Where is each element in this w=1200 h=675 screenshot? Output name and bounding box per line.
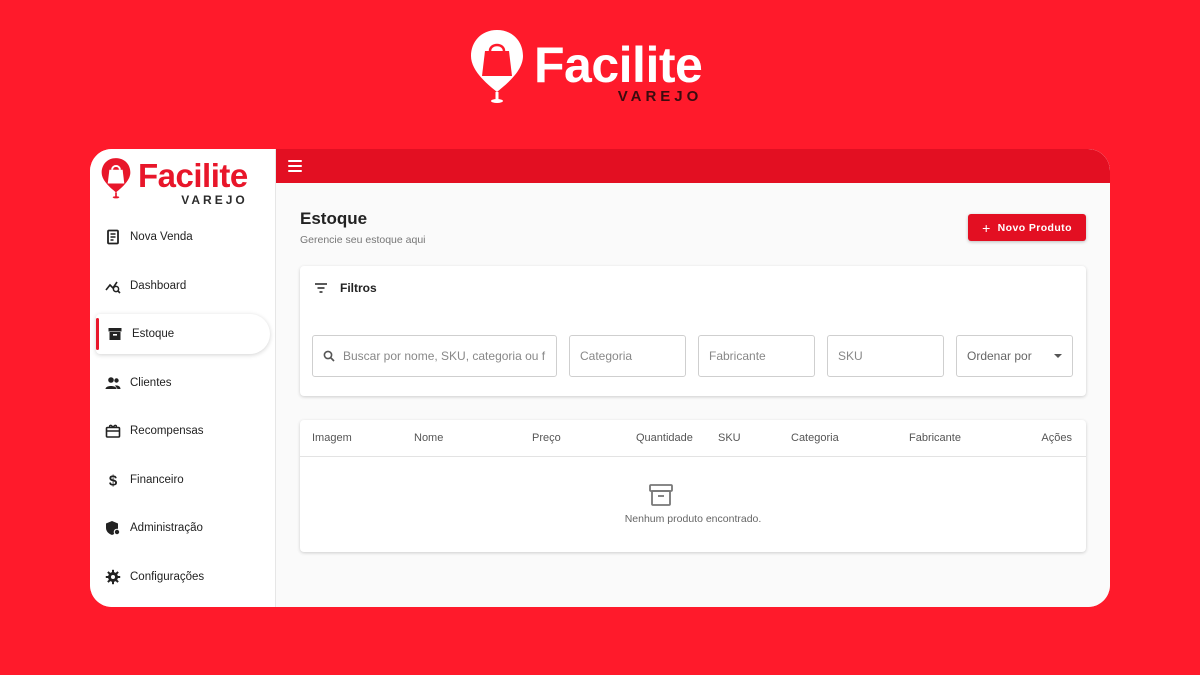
products-table: Imagem Nome Preço Quantidade SKU Categor…	[300, 420, 1086, 552]
svg-text:$: $	[109, 472, 118, 488]
sku-field	[827, 335, 944, 377]
column-header-categoria[interactable]: Categoria	[791, 432, 839, 444]
sidebar-item-label: Clientes	[130, 376, 172, 389]
sort-select[interactable]: Ordenar por	[956, 335, 1073, 377]
filter-icon	[315, 283, 327, 293]
gift-card-icon	[104, 422, 122, 440]
brand-tagline: VAREJO	[617, 88, 703, 105]
search-input[interactable]	[343, 349, 546, 363]
sidebar-item-nova-venda[interactable]: Nova Venda	[90, 217, 275, 257]
archive-icon	[106, 325, 124, 343]
sidebar-item-label: Estoque	[132, 328, 175, 340]
chevron-down-icon	[1054, 354, 1062, 358]
sidebar-item-label: Dashboard	[130, 279, 187, 292]
column-header-imagem[interactable]: Imagem	[312, 432, 352, 444]
dollar-icon: $	[104, 471, 122, 489]
sidebar-item-label: Recompensas	[130, 425, 204, 437]
page-subtitle: Gerencie seu estoque aqui	[300, 234, 426, 246]
sidebar-item-administracao[interactable]: Administração	[90, 508, 275, 548]
table-header: Imagem Nome Preço Quantidade SKU Categor…	[300, 420, 1086, 457]
sidebar-item-label: Nova Venda	[130, 231, 193, 243]
category-field	[569, 335, 686, 377]
column-header-preco[interactable]: Preço	[532, 432, 561, 444]
main-content: Estoque Gerencie seu estoque aqui + Novo…	[276, 149, 1110, 607]
hero-logo: Facilite VAREJO	[468, 28, 703, 105]
admin-shield-icon	[104, 519, 122, 537]
plus-icon: +	[982, 219, 991, 236]
empty-state-message: Nenhum produto encontrado.	[624, 513, 762, 525]
new-product-button[interactable]: + Novo Produto	[968, 214, 1086, 241]
column-header-acoes: Ações	[1041, 432, 1072, 444]
manufacturer-field	[698, 335, 815, 377]
search-icon	[323, 350, 335, 362]
hamburger-menu-icon[interactable]	[288, 160, 302, 172]
app-window: Facilite VAREJO Nova Venda Dashboard Est…	[90, 149, 1110, 607]
sidebar-item-dashboard[interactable]: Dashboard	[90, 266, 275, 306]
sidebar-item-financeiro[interactable]: $ Financeiro	[90, 460, 275, 500]
sidebar-item-label: Administração	[130, 522, 203, 534]
sidebar-item-clientes[interactable]: Clientes	[90, 363, 275, 403]
search-field	[312, 335, 557, 377]
category-input[interactable]	[580, 349, 675, 363]
filters-card: Filtros Ordenar por	[300, 266, 1086, 396]
new-product-label: Novo Produto	[997, 221, 1072, 234]
gear-icon	[104, 568, 122, 586]
column-header-sku[interactable]: SKU	[718, 432, 741, 444]
brand-name: Facilite	[534, 37, 703, 93]
shopping-bag-pin-icon	[471, 30, 523, 103]
sidebar-logo[interactable]: Facilite VAREJO	[100, 155, 248, 207]
receipt-icon	[104, 228, 122, 246]
sku-input[interactable]	[838, 349, 933, 363]
users-icon	[104, 374, 122, 392]
shopping-bag-pin-icon	[101, 158, 131, 199]
sidebar-brand-name: Facilite	[138, 157, 248, 194]
page-title: Estoque	[300, 209, 368, 228]
filters-header: Filtros	[314, 281, 377, 295]
sidebar-nav: Nova Venda Dashboard Estoque Clientes Re…	[90, 217, 275, 605]
sidebar: Facilite VAREJO Nova Venda Dashboard Est…	[90, 149, 276, 607]
column-header-quantidade[interactable]: Quantidade	[636, 432, 693, 444]
top-app-bar	[276, 149, 1110, 183]
sidebar-item-label: Configurações	[130, 570, 205, 583]
manufacturer-input[interactable]	[709, 349, 804, 363]
chart-search-icon	[104, 277, 122, 295]
column-header-fabricante[interactable]: Fabricante	[909, 432, 961, 444]
sidebar-item-recompensas[interactable]: Recompensas	[90, 411, 275, 451]
sidebar-item-label: Financeiro	[130, 473, 184, 486]
column-header-nome[interactable]: Nome	[414, 432, 443, 444]
sidebar-brand-tagline: VAREJO	[181, 193, 248, 207]
empty-archive-icon	[649, 484, 673, 506]
sidebar-item-configuracoes[interactable]: Configurações	[90, 557, 275, 597]
sidebar-item-estoque[interactable]: Estoque	[96, 314, 270, 354]
sort-select-label: Ordenar por	[967, 349, 1032, 363]
filters-title: Filtros	[340, 281, 377, 295]
